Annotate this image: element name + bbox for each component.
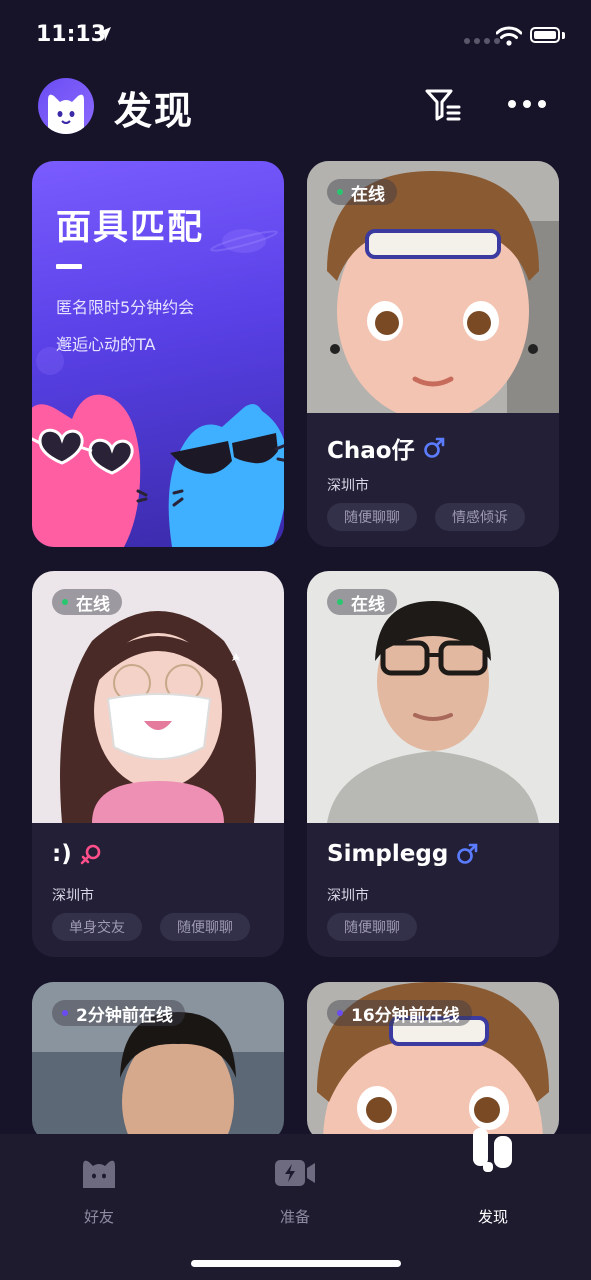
name-row: Chao仔 — [327, 431, 445, 465]
online-status-badge: 2分钟前在线 — [52, 1000, 185, 1026]
promo-title: 面具匹配 — [56, 208, 205, 248]
page-title: 发现 — [114, 89, 195, 133]
interest-tags: 单身交友 随便聊聊 — [52, 913, 250, 941]
user-name: Chao仔 — [327, 438, 415, 464]
battery-tip — [562, 32, 565, 39]
name-row: Simplegg — [327, 841, 478, 867]
user-card[interactable]: 在线 :) 深圳市 单身交友 随便聊聊 — [32, 571, 284, 957]
cat-mascot-icon — [48, 94, 84, 134]
tab-label: 发现 — [477, 1208, 508, 1226]
interest-tag: 情感倾诉 — [435, 503, 525, 531]
user-card[interactable]: 在线 Simplegg 深圳市 随便聊聊 — [307, 571, 559, 957]
video-flash-icon — [275, 1160, 315, 1186]
promo-divider — [56, 264, 82, 269]
user-city: 深圳市 — [327, 478, 369, 494]
tab-label: 好友 — [83, 1208, 114, 1226]
promo-subtitle-2: 邂逅心动的TA — [56, 335, 156, 354]
battery-icon — [530, 27, 560, 43]
mask-match-card[interactable]: 面具匹配 匿名限时5分钟约会 邂逅心动的TA — [32, 161, 284, 547]
online-status-badge: 在线 — [327, 179, 397, 205]
user-avatar[interactable] — [38, 78, 94, 134]
recent-online-dot-icon — [62, 1010, 68, 1016]
user-card[interactable]: 2分钟前在线 — [32, 982, 284, 1142]
filter-icon[interactable] — [424, 88, 462, 122]
user-name: Simplegg — [327, 841, 449, 867]
male-gender-icon — [457, 843, 478, 864]
male-gender-icon — [423, 437, 444, 458]
discover-icon — [473, 1128, 512, 1172]
cellular-signal-icon — [464, 38, 500, 44]
home-indicator — [191, 1260, 401, 1267]
online-status-badge: 在线 — [327, 589, 397, 615]
interest-tag: 随便聊聊 — [160, 913, 250, 941]
tab-friends[interactable]: 好友 — [54, 1148, 144, 1238]
interest-tag: 单身交友 — [52, 913, 142, 941]
recent-online-dot-icon — [337, 1010, 343, 1016]
interest-tag: 随便聊聊 — [327, 503, 417, 531]
cat-face-icon — [83, 1160, 115, 1188]
more-options-icon[interactable] — [508, 100, 546, 108]
promo-subtitle-1: 匿名限时5分钟约会 — [56, 298, 195, 317]
online-status-badge: 在线 — [52, 589, 122, 615]
tab-discover[interactable]: 发现 — [448, 1120, 538, 1238]
online-dot-icon — [337, 599, 343, 605]
bottom-tab-bar: 好友 准备 发现 — [0, 1128, 591, 1280]
tab-label: 准备 — [279, 1208, 310, 1226]
user-city: 深圳市 — [52, 888, 94, 904]
female-gender-icon — [80, 844, 101, 865]
location-arrow-icon — [97, 27, 111, 41]
interest-tags: 随便聊聊 — [327, 913, 417, 941]
user-card[interactable]: 16分钟前在线 — [307, 982, 559, 1142]
wifi-icon — [496, 26, 522, 46]
name-row: :) — [52, 841, 102, 867]
online-dot-icon — [62, 599, 68, 605]
status-bar: 11:13 — [0, 0, 591, 72]
interest-tags: 随便聊聊 情感倾诉 — [327, 503, 525, 531]
online-dot-icon — [337, 189, 343, 195]
user-city: 深圳市 — [327, 888, 369, 904]
user-card[interactable]: 在线 Chao仔 深圳市 随便聊聊 情感倾诉 — [307, 161, 559, 547]
tab-prepare[interactable]: 准备 — [250, 1148, 340, 1238]
online-status-badge: 16分钟前在线 — [327, 1000, 472, 1026]
user-name: :) — [52, 841, 72, 867]
interest-tag: 随便聊聊 — [327, 913, 417, 941]
